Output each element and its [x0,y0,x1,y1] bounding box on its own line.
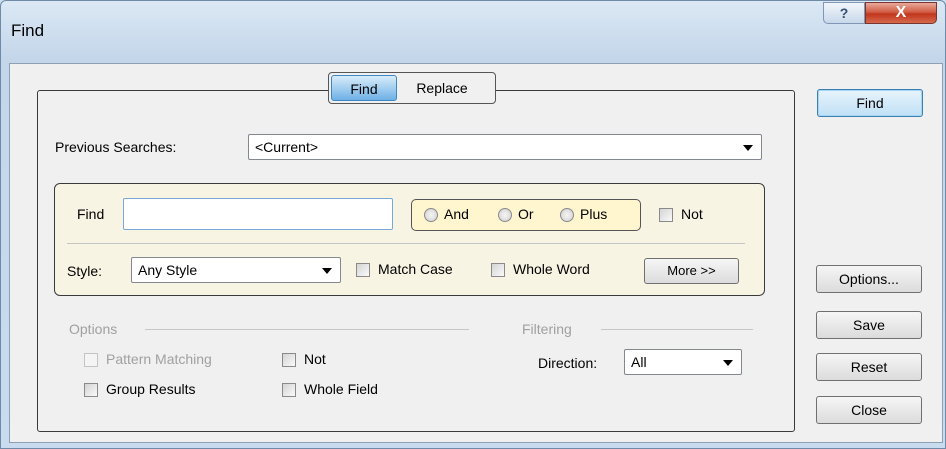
logic-radio-group: And Or Plus [411,199,641,231]
find-not-checkbox[interactable] [659,208,673,222]
close-button[interactable]: Close [816,396,922,424]
title-bar: Find ? X [1,1,945,63]
previous-searches-dropdown[interactable]: <Current> [248,134,762,160]
options-header-line [145,329,469,330]
find-label: Find [77,206,105,222]
help-button[interactable]: ? [823,2,865,24]
window-title: Find [11,21,45,40]
save-button[interactable]: Save [816,311,922,339]
match-case-checkbox[interactable] [356,263,370,277]
style-value: Any Style [138,262,198,278]
pattern-matching-label: Pattern Matching [106,351,212,367]
direction-label: Direction: [538,355,598,371]
and-radio[interactable] [424,208,438,222]
whole-field-checkbox[interactable] [282,383,296,397]
close-window-button[interactable]: X [865,2,937,24]
whole-field-label: Whole Field [304,381,378,397]
pattern-matching-checkbox[interactable] [84,353,98,367]
plus-radio[interactable] [560,208,574,222]
tab-find[interactable]: Find [331,75,397,101]
previous-searches-value: <Current> [255,139,319,155]
options-not-checkbox[interactable] [282,353,296,367]
group-results-label: Group Results [106,381,196,397]
chevron-down-icon [743,145,753,151]
options-not-label: Not [304,351,326,367]
find-text-input[interactable] [123,198,393,230]
find-dialog-window: Find ? X Find Replace Previous Searches:… [0,0,946,449]
direction-dropdown[interactable]: All [624,349,742,375]
or-radio-label: Or [518,206,534,222]
options-button[interactable]: Options... [816,265,922,293]
whole-word-checkbox[interactable] [491,263,505,277]
find-button[interactable]: Find [817,89,923,117]
and-radio-label: And [444,206,469,222]
more-button[interactable]: More >> [644,258,739,284]
filtering-header: Filtering [522,321,572,337]
group-results-checkbox[interactable] [84,383,98,397]
tab-replace[interactable]: Replace [401,75,483,101]
find-not-label: Not [681,206,703,222]
previous-searches-label: Previous Searches: [55,139,177,155]
or-radio[interactable] [498,208,512,222]
direction-value: All [631,354,647,370]
options-header: Options [69,321,118,337]
style-label: Style: [67,263,103,279]
plus-radio-label: Plus [580,206,608,222]
whole-word-label: Whole Word [513,261,590,277]
reset-button[interactable]: Reset [816,353,922,381]
mode-tabs: Find Replace [328,72,496,104]
find-section-divider [67,243,745,244]
style-dropdown[interactable]: Any Style [131,257,341,283]
filtering-header-line [601,329,753,330]
match-case-label: Match Case [378,261,453,277]
chevron-down-icon [322,268,332,274]
chevron-down-icon [723,360,733,366]
